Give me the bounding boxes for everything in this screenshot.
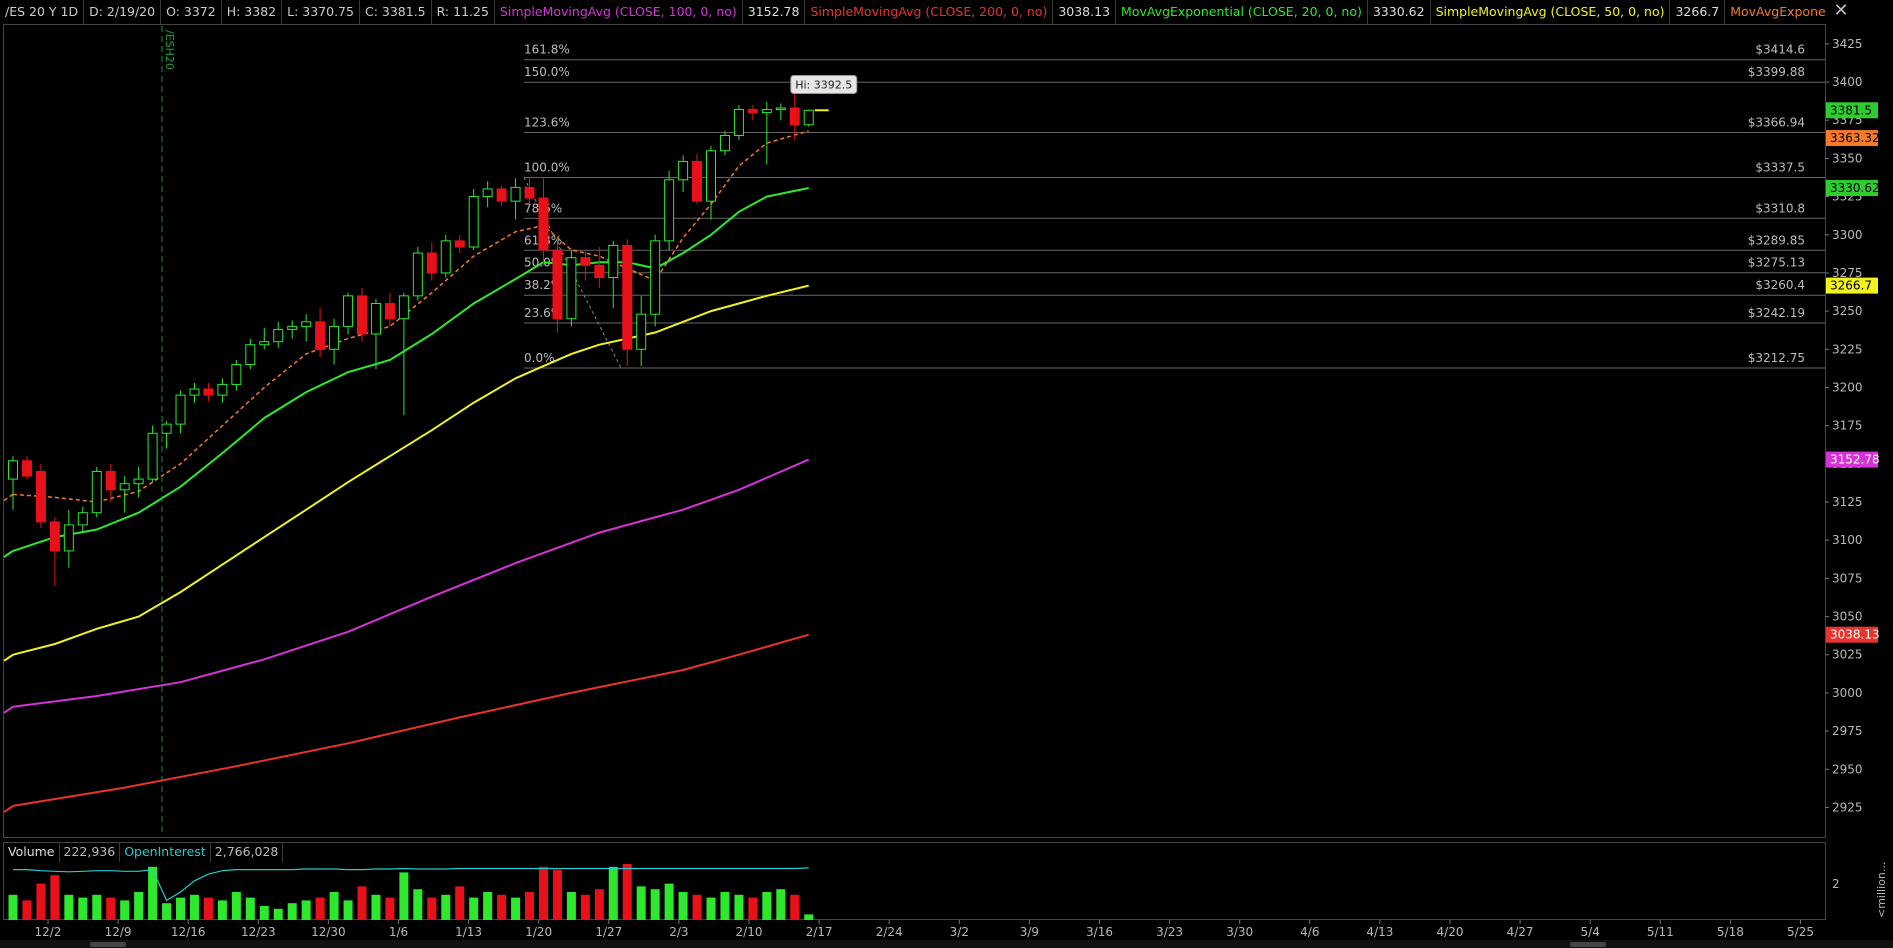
horizontal-scrollbar[interactable]	[0, 940, 1893, 948]
x-tick-label: 3/16	[1086, 925, 1113, 939]
x-tick-label: 5/11	[1647, 925, 1674, 939]
volume-header: Volume 222,936 OpenInterest 2,766,028	[4, 842, 284, 862]
x-tick-label: 1/20	[525, 925, 552, 939]
y-tick-label: 2925	[1832, 800, 1863, 814]
study-ema20-value: 3330.62	[1368, 0, 1431, 24]
volume-label[interactable]: Volume	[4, 842, 60, 862]
symbol-label[interactable]: /ES 20 Y 1D	[0, 0, 85, 24]
scroll-thumb-left[interactable]	[90, 942, 126, 947]
x-tick-label: 12/2	[35, 925, 62, 939]
y-tick-label: 3050	[1832, 610, 1863, 624]
close-icon[interactable]: ✕	[1831, 2, 1851, 22]
price-badge-label: 3330.62	[1830, 181, 1880, 195]
x-tick-label: 4/13	[1366, 925, 1393, 939]
price-axis[interactable]: 2925 2950 2975 3000 3025 3050 3075 3100 3125 3150…	[1825, 37, 1880, 815]
y-tick-label: 3275	[1832, 266, 1863, 280]
x-tick-label: 1/6	[389, 925, 408, 939]
x-tick-label: 2/10	[736, 925, 763, 939]
scroll-thumb-right[interactable]	[1570, 942, 1606, 947]
x-tick-label: 12/9	[105, 925, 132, 939]
y-tick-label: 3025	[1832, 648, 1863, 662]
chart-header: /ES 20 Y 1D D: 2/19/20 O: 3372 H: 3382 L…	[0, 0, 1825, 24]
y-tick-label: 3000	[1832, 686, 1863, 700]
study-sma100-label[interactable]: SimpleMovingAvg (CLOSE, 100, 0, no)	[495, 0, 743, 24]
x-tick-label: 2/24	[876, 925, 903, 939]
y-tick-label: 3375	[1832, 113, 1863, 127]
high-label: H: 3382	[222, 0, 283, 24]
oi-value: 2,766,028	[211, 842, 284, 862]
y-tick-label: 3250	[1832, 304, 1863, 318]
oi-label[interactable]: OpenInterest	[120, 842, 211, 862]
study-sma50-value: 3266.7	[1670, 0, 1726, 24]
y-tick-label: 3400	[1832, 75, 1863, 89]
volume-tick-label: 2	[1832, 877, 1840, 891]
open-label: O: 3372	[161, 0, 222, 24]
y-tick-label: 3300	[1832, 228, 1863, 242]
x-tick-label: 1/27	[595, 925, 622, 939]
range-label: R: 11.25	[432, 0, 495, 24]
y-tick-label: 3100	[1832, 533, 1863, 547]
volume-unit-label: <million...	[1875, 862, 1888, 918]
x-tick-label: 3/9	[1020, 925, 1039, 939]
x-tick-label: 5/18	[1717, 925, 1744, 939]
y-tick-label: 2975	[1832, 724, 1863, 738]
close-label: C: 3381.5	[360, 0, 432, 24]
price-badge-label: 3363.32	[1830, 131, 1880, 145]
x-tick-label: 5/4	[1581, 925, 1600, 939]
price-badge	[1826, 102, 1878, 119]
x-tick-label: 3/2	[950, 925, 969, 939]
x-tick-label: 12/30	[311, 925, 346, 939]
study-sma200-label[interactable]: SimpleMovingAvg (CLOSE, 200, 0, no)	[805, 0, 1054, 24]
price-badge	[1826, 451, 1878, 468]
price-pane-border	[3, 24, 1826, 838]
x-tick-label: 12/16	[171, 925, 206, 939]
y-tick-label: 3425	[1832, 37, 1863, 51]
y-tick-label: 3150	[1832, 457, 1863, 471]
date-label: D: 2/19/20	[84, 0, 162, 24]
low-label: L: 3370.75	[282, 0, 360, 24]
price-badge	[1826, 277, 1878, 294]
x-tick-label: 12/23	[241, 925, 276, 939]
x-tick-label: 4/6	[1300, 925, 1319, 939]
study-sma50-label[interactable]: SimpleMovingAvg (CLOSE, 50, 0, no)	[1431, 0, 1671, 24]
price-badge-label: 3152.78	[1830, 453, 1880, 467]
volume-value: 222,936	[60, 842, 121, 862]
x-tick-label: 4/27	[1507, 925, 1534, 939]
x-tick-label: 5/25	[1787, 925, 1814, 939]
x-tick-label: 2/17	[806, 925, 833, 939]
x-tick-label: 1/13	[455, 925, 482, 939]
price-badge-label: 3266.7	[1830, 279, 1872, 293]
study-ema20-label[interactable]: MovAvgExponential (CLOSE, 20, 0, no)	[1116, 0, 1368, 24]
price-badge	[1826, 130, 1878, 147]
study-sma200-value: 3038.13	[1053, 0, 1117, 24]
price-badge-label: 3381.5	[1830, 103, 1872, 117]
time-axis[interactable]: 12/2 12/9 12/16 12/23 12/30 1/6 1/13 1/20 1/27 2/…	[35, 920, 1814, 939]
y-tick-label: 3225	[1832, 342, 1863, 356]
y-tick-label: 3075	[1832, 571, 1863, 585]
price-badge-label: 3038.13	[1830, 628, 1880, 642]
y-tick-label: 3350	[1832, 151, 1863, 165]
price-badge	[1826, 179, 1878, 196]
x-tick-label: 2/3	[669, 925, 688, 939]
y-tick-label: 3325	[1832, 190, 1863, 204]
y-tick-label: 2950	[1832, 762, 1863, 776]
y-tick-label: 3125	[1832, 495, 1863, 509]
study-sma100-value: 3152.78	[743, 0, 806, 24]
x-tick-label: 3/23	[1156, 925, 1183, 939]
x-tick-label: 3/30	[1226, 925, 1253, 939]
price-badge	[1826, 626, 1878, 643]
y-tick-label: 3175	[1832, 419, 1863, 433]
x-tick-label: 4/20	[1437, 925, 1464, 939]
y-tick-label: 3200	[1832, 380, 1863, 394]
study-ema8-label[interactable]: MovAvgExponential (CLOSE, 8, 0, no)	[1725, 0, 1825, 24]
